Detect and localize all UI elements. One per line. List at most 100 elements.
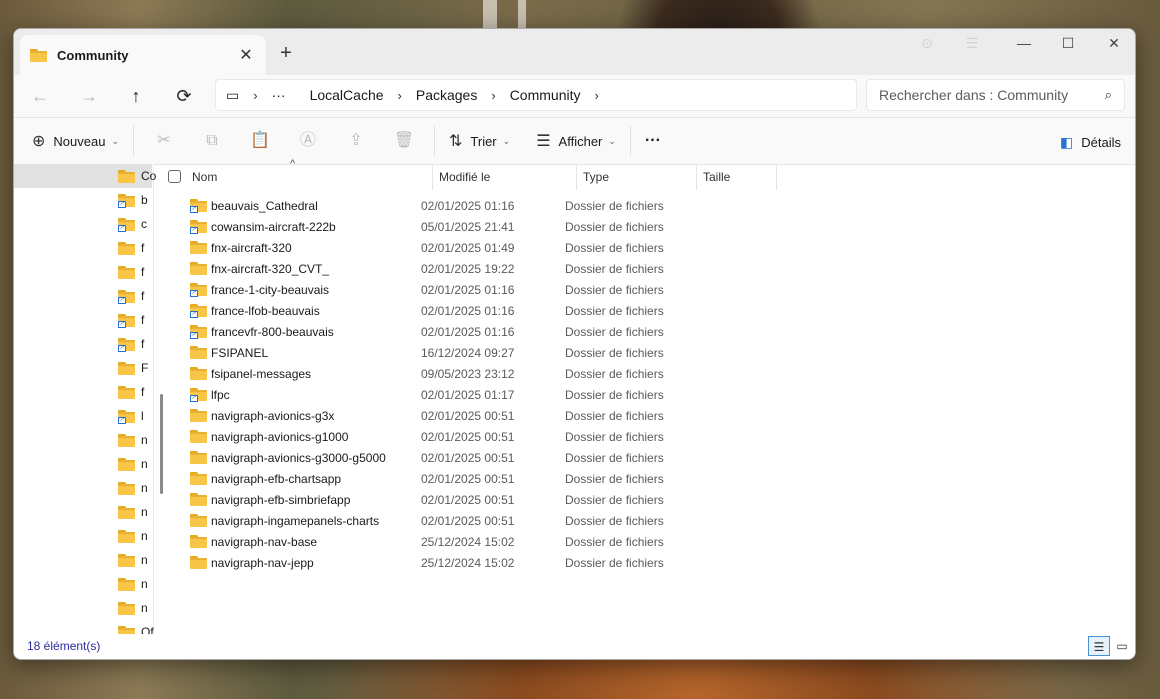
new-button[interactable]: ⊕ Nouveau ⌄ bbox=[24, 125, 127, 157]
navigation-pane[interactable]: Co ↗ b ↗ c f f ↗ f ↗ f ↗ f Ff ↗ l n n n n n n n n Of bbox=[14, 164, 156, 639]
file-type: Dossier de fichiers bbox=[565, 219, 664, 234]
file-row[interactable]: ↗ francevfr-800-beauvais 02/01/2025 01:16 D… bbox=[170, 321, 679, 342]
file-row[interactable]: navigraph-avionics-g3x 02/01/2025 00:51 Do… bbox=[170, 405, 679, 426]
tiles-view-button[interactable]: ▭ bbox=[1111, 636, 1133, 656]
refresh-button[interactable]: ⟳ bbox=[169, 81, 199, 111]
chevron-right-icon[interactable]: › bbox=[253, 88, 257, 103]
file-row[interactable]: navigraph-nav-base 25/12/2024 15:02 Dossie… bbox=[170, 531, 679, 552]
search-input[interactable] bbox=[879, 87, 1105, 103]
view-button[interactable]: ☰ Afficher ⌄ bbox=[528, 125, 624, 157]
folder-shortcut-icon: ↗ bbox=[118, 409, 135, 424]
file-type: Dossier de fichiers bbox=[565, 261, 664, 276]
paste-icon[interactable]: 📋 bbox=[236, 125, 284, 157]
file-row[interactable]: navigraph-efb-simbriefapp 02/01/2025 00:5… bbox=[170, 489, 679, 510]
content-area: Co ↗ b ↗ c f f ↗ f ↗ f ↗ f Ff ↗ l n n n n n n n n Of ^ Nom Modif… bbox=[14, 158, 1135, 639]
file-row[interactable]: fnx-aircraft-320 02/01/2025 01:49 Dossier … bbox=[170, 237, 679, 258]
close-tab-icon[interactable]: ✕ bbox=[236, 45, 256, 65]
folder-icon bbox=[118, 577, 135, 591]
file-type: Dossier de fichiers bbox=[565, 513, 664, 528]
folder-shortcut-icon: ↗ bbox=[190, 304, 207, 318]
file-row[interactable]: navigraph-avionics-g3000-g5000 02/01/2025… bbox=[170, 447, 679, 468]
details-view-button[interactable]: ☰ bbox=[1088, 636, 1110, 656]
sort-button[interactable]: ⇅ Trier ⌄ bbox=[441, 125, 518, 157]
share-icon[interactable]: ⇪ bbox=[332, 125, 380, 157]
breadcrumb-overflow[interactable]: ··· bbox=[272, 87, 286, 103]
file-type: Dossier de fichiers bbox=[565, 345, 664, 360]
file-modified: 02/01/2025 00:51 bbox=[421, 429, 515, 444]
file-name: navigraph-nav-base bbox=[211, 534, 318, 549]
tool-icon: ☰ bbox=[965, 35, 979, 51]
file-name-cell: ↗ france-lfob-beauvais bbox=[170, 304, 415, 318]
column-header-name[interactable]: Nom bbox=[170, 164, 433, 190]
back-button[interactable]: ← bbox=[25, 81, 55, 111]
file-type: Dossier de fichiers bbox=[565, 492, 664, 507]
tab-community[interactable]: Community ✕ bbox=[20, 35, 266, 75]
file-row[interactable]: ↗ cowansim-aircraft-222b 05/01/2025 21:41 D… bbox=[170, 216, 679, 237]
chevron-right-icon[interactable]: › bbox=[594, 88, 598, 103]
file-row[interactable]: navigraph-ingamepanels-charts 02/01/2025 … bbox=[170, 510, 679, 531]
file-row[interactable]: fnx-aircraft-320_CVT_ 02/01/2025 19:22 Dos… bbox=[170, 258, 679, 279]
delete-icon[interactable]: 🗑 bbox=[380, 125, 428, 157]
chevron-right-icon[interactable]: › bbox=[491, 88, 495, 103]
chevron-down-icon: ⌄ bbox=[111, 135, 119, 146]
column-header-type[interactable]: Type bbox=[577, 164, 697, 190]
minimize-button[interactable]: — bbox=[1001, 29, 1047, 59]
file-name: beauvais_Cathedral bbox=[211, 198, 318, 213]
file-row[interactable]: navigraph-efb-chartsapp 02/01/2025 00:51 D… bbox=[170, 468, 679, 489]
file-modified: 02/01/2025 00:51 bbox=[421, 471, 515, 486]
file-modified: 02/01/2025 19:22 bbox=[421, 261, 515, 276]
divider bbox=[133, 126, 134, 156]
file-row[interactable]: ↗ france-lfob-beauvais 02/01/2025 01:16 Dos… bbox=[170, 300, 679, 321]
close-window-button[interactable]: ✕ bbox=[1091, 29, 1135, 59]
file-name: fnx-aircraft-320_CVT_ bbox=[211, 261, 330, 276]
file-type: Dossier de fichiers bbox=[565, 534, 664, 549]
folder-icon bbox=[118, 361, 135, 375]
search-icon[interactable]: ⌕ bbox=[1105, 87, 1112, 103]
file-row[interactable]: FSIPANEL 16/12/2024 09:27 Dossier de fichi… bbox=[170, 342, 679, 363]
file-name: cowansim-aircraft-222b bbox=[211, 219, 336, 234]
folder-icon bbox=[190, 451, 207, 464]
details-button[interactable]: ◧ Détails bbox=[1060, 126, 1121, 158]
column-header-modified[interactable]: Modifié le bbox=[433, 164, 577, 190]
file-row[interactable]: fsipanel-messages 09/05/2023 23:12 Dossier… bbox=[170, 363, 679, 384]
file-row[interactable]: ↗ beauvais_Cathedral 02/01/2025 01:16 Dossi… bbox=[170, 195, 679, 216]
copy-icon[interactable]: ⧉ bbox=[188, 125, 236, 157]
breadcrumb-localcache[interactable]: LocalCache bbox=[310, 87, 384, 103]
file-name: navigraph-ingamepanels-charts bbox=[211, 513, 380, 528]
file-name: france-1-city-beauvais bbox=[211, 282, 330, 297]
rename-icon[interactable]: Ⓐ bbox=[284, 125, 332, 157]
file-type: Dossier de fichiers bbox=[565, 303, 664, 318]
file-name-cell: ↗ lfpc bbox=[170, 388, 415, 402]
maximize-button[interactable]: ☐ bbox=[1045, 29, 1091, 59]
search-box[interactable]: ⌕ bbox=[866, 79, 1125, 111]
breadcrumb-packages[interactable]: Packages bbox=[416, 87, 477, 103]
folder-icon bbox=[190, 409, 207, 422]
file-row[interactable]: navigraph-avionics-g1000 02/01/2025 00:51… bbox=[170, 426, 679, 447]
up-button[interactable]: ↑ bbox=[121, 81, 151, 111]
file-name-cell: fsipanel-messages bbox=[170, 367, 415, 381]
new-tab-button[interactable]: + bbox=[272, 41, 300, 67]
file-modified: 25/12/2024 15:02 bbox=[421, 555, 515, 570]
more-options-button[interactable]: ··· bbox=[637, 125, 669, 157]
column-header-size[interactable]: Taille bbox=[697, 164, 777, 190]
file-row[interactable]: ↗ france-1-city-beauvais 02/01/2025 01:16 D… bbox=[170, 279, 679, 300]
file-type: Dossier de fichiers bbox=[565, 324, 664, 339]
file-row[interactable]: ↗ lfpc 02/01/2025 01:17 Dossier de fichiers bbox=[170, 384, 679, 405]
file-explorer-window: Community ✕ + ⊙ ☰ — ☐ ✕ ← → ↑ ⟳ ▭ › ··· … bbox=[13, 28, 1136, 660]
file-name-cell: ↗ france-1-city-beauvais bbox=[170, 283, 415, 297]
folder-shortcut-icon: ↗ bbox=[118, 313, 135, 328]
file-name: navigraph-avionics-g3x bbox=[211, 408, 335, 423]
file-name-cell: ↗ cowansim-aircraft-222b bbox=[170, 220, 415, 234]
cut-icon[interactable]: ✂ bbox=[140, 125, 188, 157]
view-list-icon: ☰ bbox=[536, 133, 551, 150]
title-bar: Community ✕ + ⊙ ☰ — ☐ ✕ bbox=[14, 29, 1135, 75]
file-row[interactable]: navigraph-nav-jepp 25/12/2024 15:02 Dossie… bbox=[170, 552, 679, 573]
breadcrumb-community[interactable]: Community bbox=[510, 87, 581, 103]
forward-button[interactable]: → bbox=[74, 81, 104, 111]
chevron-right-icon[interactable]: › bbox=[398, 88, 402, 103]
folder-icon bbox=[190, 346, 207, 359]
file-name: francevfr-800-beauvais bbox=[211, 324, 334, 339]
computer-icon[interactable]: ▭ bbox=[226, 87, 239, 104]
breadcrumb[interactable]: ▭ › ··· LocalCache › Packages › Communit… bbox=[215, 79, 857, 111]
folder-icon bbox=[118, 481, 135, 495]
